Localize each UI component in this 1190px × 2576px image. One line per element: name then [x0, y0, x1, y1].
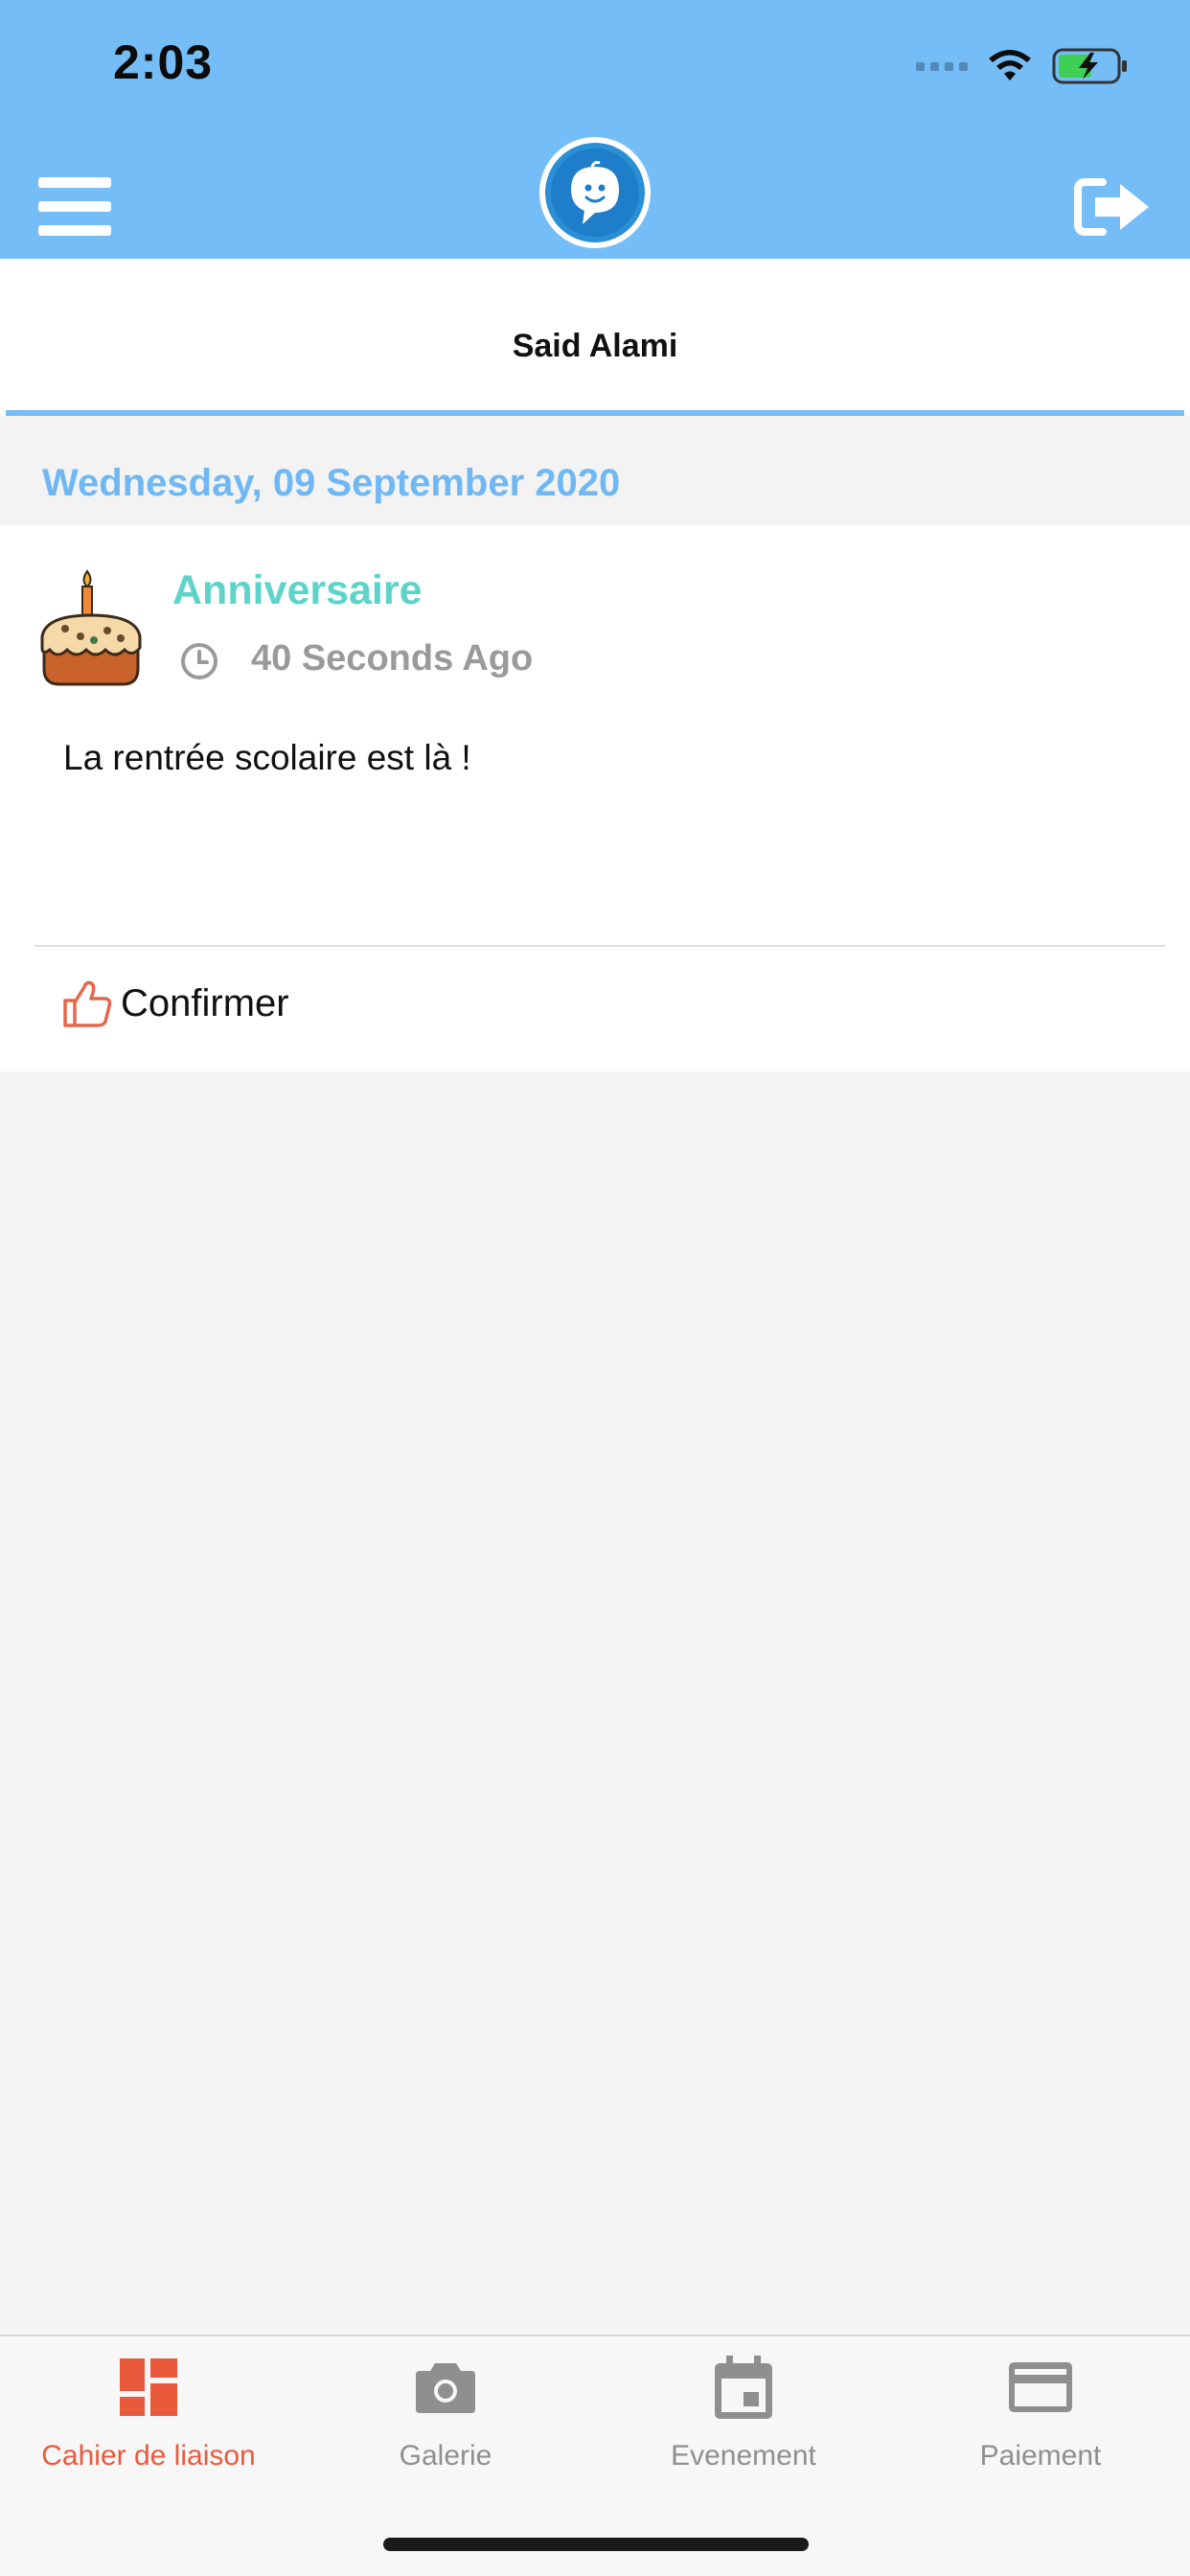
tab-galerie[interactable]: Galerie	[297, 2354, 594, 2497]
tab-indicator	[6, 410, 1184, 416]
baby-chat-logo	[539, 137, 651, 248]
tab-paiement[interactable]: Paiement	[892, 2354, 1189, 2497]
tab-evenement[interactable]: Evenement	[595, 2354, 892, 2497]
confirm-button[interactable]: Confirmer	[61, 962, 289, 1045]
wifi-icon	[989, 50, 1031, 80]
status-icons	[916, 42, 1131, 90]
post-title: Anniversaire	[172, 567, 423, 613]
status-time: 2:03	[113, 35, 214, 89]
date-section-header: Wednesday, 09 September 2020	[0, 439, 1190, 525]
dashboard-icon	[120, 2358, 177, 2416]
thumbs-up-icon	[63, 980, 112, 1027]
child-tab-strip: Said Alami	[0, 259, 1190, 416]
tab-label: Galerie	[399, 2440, 492, 2472]
credit-card-icon	[1009, 2362, 1072, 2412]
post-time-ago: 40 Seconds Ago	[251, 638, 534, 678]
tab-label: Evenement	[671, 2440, 816, 2472]
birthday-cake-icon	[40, 569, 142, 686]
child-name-tab[interactable]: Said Alami	[0, 328, 1190, 365]
confirm-label: Confirmer	[121, 981, 289, 1024]
home-indicator[interactable]	[383, 2538, 809, 2551]
date-label: Wednesday, 09 September 2020	[42, 462, 621, 504]
post-body: La rentrée scolaire est là !	[63, 738, 471, 777]
app-screen: 2:03 Said Alami Wednesday, 09 September …	[0, 0, 1190, 2576]
top-header: 2:03	[0, 0, 1190, 259]
signal-icon	[916, 61, 968, 71]
card-divider	[34, 945, 1165, 947]
clock-icon	[181, 643, 217, 679]
calendar-icon	[715, 2356, 772, 2419]
tab-label: Cahier de liaison	[41, 2440, 256, 2472]
hamburger-menu-icon	[38, 177, 111, 236]
battery-charging-icon	[1052, 48, 1127, 84]
camera-icon	[416, 2363, 475, 2413]
tab-label: Paiement	[979, 2440, 1102, 2472]
tab-cahier-de-liaison[interactable]: Cahier de liaison	[0, 2354, 297, 2497]
menu-button[interactable]	[27, 161, 123, 253]
logout-button[interactable]	[1065, 169, 1161, 245]
post-card: Anniversaire 40 Seconds Ago La rentrée s…	[0, 525, 1190, 1071]
logout-icon	[1074, 178, 1149, 236]
